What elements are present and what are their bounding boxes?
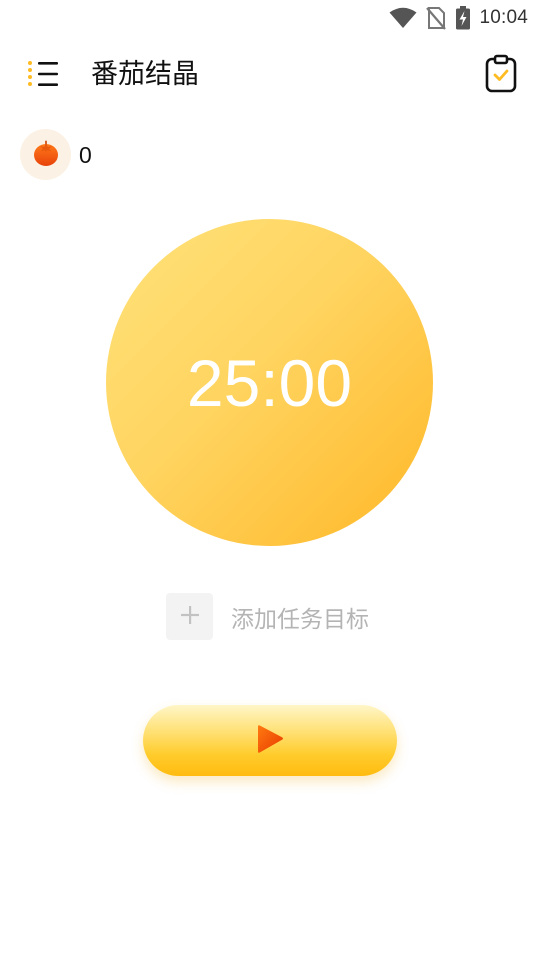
clipboard-check-icon[interactable] bbox=[484, 54, 518, 94]
menu-icon[interactable] bbox=[24, 58, 60, 90]
battery-charging-icon bbox=[455, 6, 471, 30]
page-title: 番茄结晶 bbox=[91, 59, 199, 90]
tomato-icon bbox=[32, 139, 60, 171]
no-sim-icon bbox=[426, 6, 447, 30]
add-task-box[interactable] bbox=[166, 593, 213, 640]
timer-circle[interactable]: 25:00 bbox=[106, 219, 433, 546]
pomodoro-screen: 10:04 番茄结晶 0 25:00 添加任务目标 bbox=[0, 0, 540, 960]
status-time: 10:04 bbox=[479, 7, 528, 28]
tomato-badge bbox=[20, 129, 71, 180]
play-icon bbox=[255, 724, 285, 758]
start-button[interactable] bbox=[143, 705, 397, 776]
add-task-button[interactable]: 添加任务目标 bbox=[166, 593, 369, 640]
tomato-count: 0 bbox=[79, 142, 92, 168]
timer-display: 25:00 bbox=[186, 345, 353, 420]
plus-icon bbox=[180, 605, 200, 629]
app-bar: 番茄结晶 bbox=[0, 46, 540, 104]
status-icons: 10:04 bbox=[389, 5, 528, 31]
status-bar: 10:04 bbox=[0, 0, 540, 36]
add-task-label: 添加任务目标 bbox=[231, 606, 369, 633]
wifi-icon bbox=[389, 7, 417, 29]
